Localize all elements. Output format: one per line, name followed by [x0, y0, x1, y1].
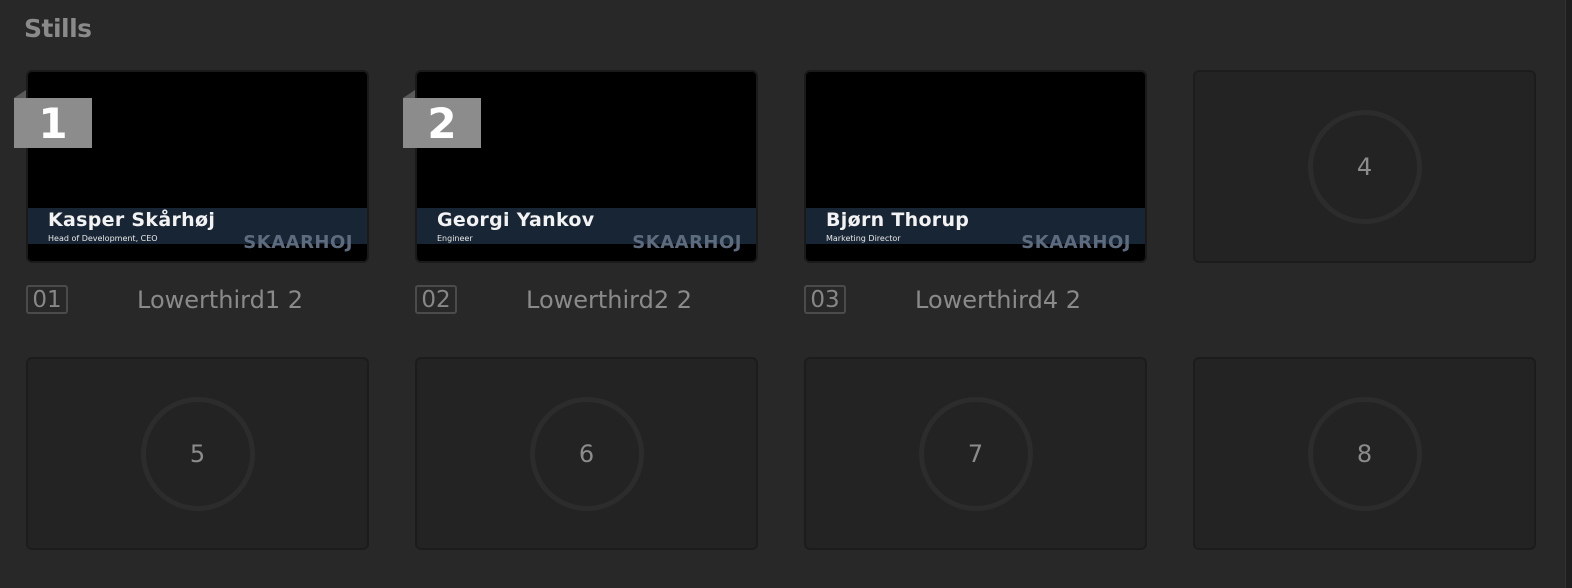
lowerthird-role: Engineer [437, 234, 473, 243]
brand-logo: SKAARHOJ [1021, 232, 1131, 253]
still-index-label: 01 [26, 285, 68, 314]
empty-slot-circle: 5 [140, 396, 255, 511]
brand-logo: SKAARHOJ [243, 232, 353, 253]
still-file-name: Lowerthird4 2 [915, 286, 1082, 314]
still-slot-4[interactable]: 4 [1193, 70, 1536, 263]
slot-number: 4 [1356, 152, 1373, 181]
brand-logo: SKAARHOJ [632, 232, 742, 253]
empty-slot-circle: 6 [529, 396, 644, 511]
empty-slot-circle: 7 [918, 396, 1033, 511]
lowerthird-name: Georgi Yankov [437, 209, 595, 231]
still-file-name: Lowerthird1 2 [137, 286, 304, 314]
slot-number: 6 [578, 439, 595, 468]
preview-badge: 2 [403, 90, 481, 148]
empty-slot-circle: 8 [1307, 396, 1422, 511]
lowerthird-name: Kasper Skårhøj [48, 209, 216, 231]
panel-title: Stills [24, 14, 92, 43]
still-index-label: 02 [415, 285, 457, 314]
program-badge: 1 [14, 90, 92, 148]
slot-number: 5 [189, 439, 206, 468]
still-slot-2[interactable]: Georgi Yankov Engineer SKAARHOJ 2 [403, 70, 758, 263]
still-index-label: 03 [804, 285, 846, 314]
still-slot-8[interactable]: 8 [1193, 357, 1536, 550]
still-slot-5[interactable]: 5 [26, 357, 369, 550]
slot-number: 7 [967, 439, 984, 468]
vertical-scrollbar[interactable] [1565, 0, 1572, 588]
empty-slot-circle: 4 [1307, 109, 1422, 224]
lowerthird-role: Head of Development, CEO [48, 234, 158, 243]
slot-number: 8 [1356, 439, 1373, 468]
still-slot-6[interactable]: 6 [415, 357, 758, 550]
still-slot-1[interactable]: Kasper Skårhøj Head of Development, CEO … [14, 70, 369, 263]
still-slot-3[interactable]: Bjørn Thorup Marketing Director SKAARHOJ [804, 70, 1147, 263]
lowerthird-role: Marketing Director [826, 234, 901, 243]
still-slot-7[interactable]: 7 [804, 357, 1147, 550]
lowerthird-name: Bjørn Thorup [826, 209, 970, 231]
still-file-name: Lowerthird2 2 [526, 286, 693, 314]
